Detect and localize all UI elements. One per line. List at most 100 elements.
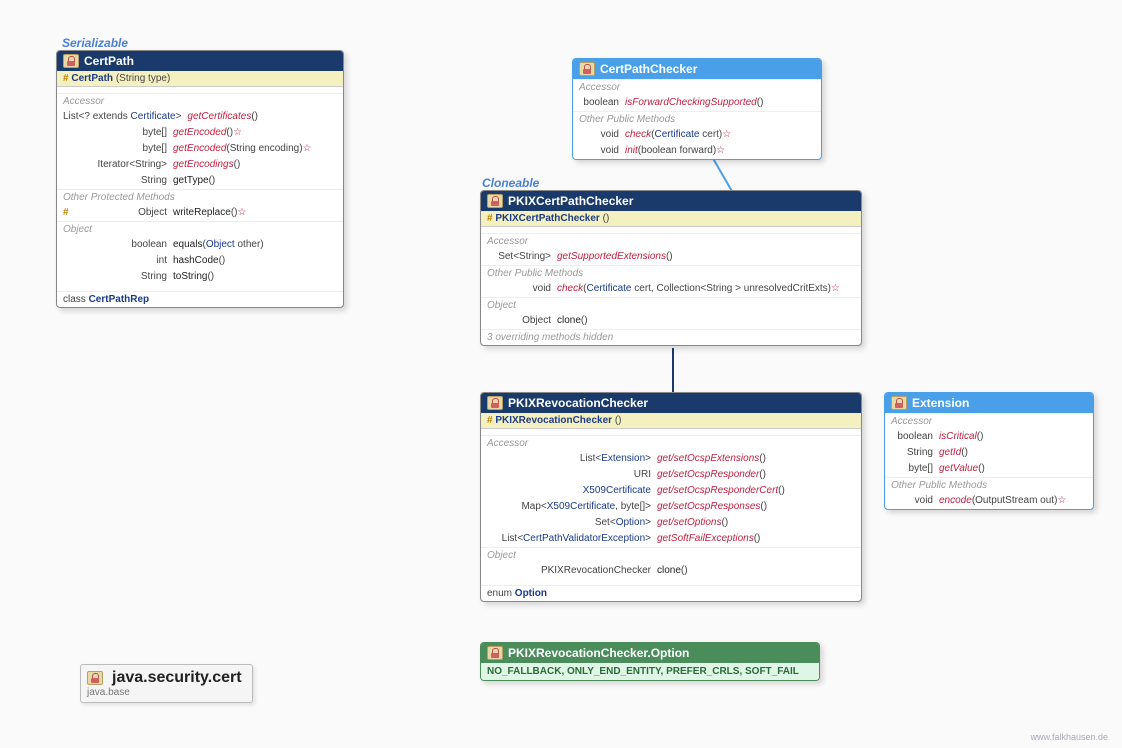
ret-type: String: [63, 174, 173, 188]
class-title: Extension: [912, 396, 969, 410]
ctor-params: (): [615, 415, 622, 426]
constructor-row: # CertPath (String type): [57, 71, 343, 87]
section-protected: Other Protected Methods: [57, 189, 343, 205]
method-row: Objectclone (): [481, 313, 861, 329]
class-header: PKIXRevocationChecker.Option: [481, 643, 819, 663]
enum-option: PKIXRevocationChecker.Option NO_FALLBACK…: [480, 642, 820, 681]
method-name[interactable]: getEncoded: [173, 126, 226, 140]
inner-class-row: class CertPathRep: [57, 291, 343, 307]
method-name[interactable]: getSoftFailExceptions: [657, 532, 754, 546]
method-name[interactable]: get/setOcspResponses: [657, 500, 760, 514]
visibility-hash: #: [487, 415, 493, 426]
cert-icon: [87, 671, 103, 685]
ctor-params: (): [603, 213, 610, 224]
section-other: Other Public Methods: [885, 477, 1093, 493]
method-row: #ObjectwriteReplace () ☆: [57, 205, 343, 221]
section-object: Object: [481, 297, 861, 313]
ret-type: List<CertPathValidatorException>: [487, 532, 657, 546]
class-header: PKIXCertPathChecker: [481, 191, 861, 211]
overriding-note: 3 overriding methods hidden: [481, 329, 861, 345]
ret-type: String: [891, 446, 939, 460]
ret-type: int: [63, 254, 173, 268]
ret-type: PKIXRevocationChecker: [487, 564, 657, 578]
method-name[interactable]: get/setOptions: [657, 516, 721, 530]
ret-type: Iterator<String>: [63, 158, 173, 172]
method-params: (): [209, 174, 216, 188]
class-title: CertPath: [84, 54, 134, 68]
ctor-name[interactable]: PKIXRevocationChecker: [495, 415, 612, 426]
tag-serializable: Serializable: [62, 36, 128, 50]
method-params: (): [754, 532, 761, 546]
method-name[interactable]: isForwardCheckingSupported: [625, 96, 757, 110]
ret-type: Object: [73, 206, 173, 220]
ret-type: List<Extension>: [487, 452, 657, 466]
method-name[interactable]: clone: [657, 564, 681, 578]
method-params: (): [977, 430, 984, 444]
method-params: (): [581, 314, 588, 328]
method-row: inthashCode (): [57, 253, 343, 269]
method-params: (): [251, 110, 258, 124]
throws-icon: ☆: [233, 126, 242, 140]
method-name[interactable]: clone: [557, 314, 581, 328]
method-name[interactable]: equals: [173, 238, 202, 252]
method-row: booleanisForwardCheckingSupported (): [573, 95, 821, 111]
ctor-name[interactable]: CertPath: [71, 73, 113, 84]
method-name[interactable]: getValue: [939, 462, 978, 476]
section-accessor: Accessor: [57, 93, 343, 109]
method-row: Set<String>getSupportedExtensions (): [481, 249, 861, 265]
method-name[interactable]: getCertificates: [187, 110, 251, 124]
ret-type: boolean: [63, 238, 173, 252]
method-row: StringgetId (): [885, 445, 1093, 461]
interface-extension: Extension Accessor booleanisCritical () …: [884, 392, 1094, 510]
tag-cloneable: Cloneable: [482, 176, 539, 190]
method-name[interactable]: encode: [939, 494, 972, 508]
throws-icon: ☆: [716, 144, 725, 158]
method-name[interactable]: check: [557, 282, 583, 296]
method-row: List<? extends Certificate>getCertificat…: [57, 109, 343, 125]
method-params: (Object other): [202, 238, 263, 252]
method-name[interactable]: init: [625, 144, 638, 158]
ret-type: boolean: [579, 96, 625, 110]
method-name[interactable]: getSupportedExtensions: [557, 250, 666, 264]
class-pkixrevocationchecker: PKIXRevocationChecker # PKIXRevocationCh…: [480, 392, 862, 602]
method-name[interactable]: getEncodings: [173, 158, 234, 172]
connector-pkix-rev: [672, 348, 674, 396]
interface-certpathchecker: CertPathChecker Accessor booleanisForwar…: [572, 58, 822, 160]
method-row: byte[]getEncoded () ☆: [57, 125, 343, 141]
method-row: byte[]getValue (): [885, 461, 1093, 477]
method-params: (): [219, 254, 226, 268]
method-name[interactable]: writeReplace: [173, 206, 231, 220]
ctor-name[interactable]: PKIXCertPathChecker: [495, 213, 599, 224]
method-params: (): [681, 564, 688, 578]
method-name[interactable]: getType: [173, 174, 209, 188]
method-row: voidinit (boolean forward) ☆: [573, 143, 821, 159]
method-row: PKIXRevocationCheckerclone (): [481, 563, 861, 579]
method-name[interactable]: check: [625, 128, 651, 142]
method-row: booleanisCritical (): [885, 429, 1093, 445]
method-row: Iterator<String>getEncodings (): [57, 157, 343, 173]
throws-icon: ☆: [237, 206, 246, 220]
method-row: URIget/setOcspResponder (): [481, 467, 861, 483]
visibility-hash: #: [63, 73, 69, 84]
method-name[interactable]: getEncoded: [173, 142, 226, 156]
throws-icon: ☆: [303, 142, 312, 156]
method-name[interactable]: get/setOcspExtensions: [657, 452, 759, 466]
method-name[interactable]: getId: [939, 446, 961, 460]
method-name[interactable]: hashCode: [173, 254, 219, 268]
section-accessor: Accessor: [573, 79, 821, 95]
class-header: CertPathChecker: [573, 59, 821, 79]
method-params: (): [760, 500, 767, 514]
method-row: voidencode (OutputStream out) ☆: [885, 493, 1093, 509]
ret-type: byte[]: [63, 126, 173, 140]
method-name[interactable]: get/setOcspResponder: [657, 468, 759, 482]
class-title: PKIXCertPathChecker: [508, 194, 633, 208]
method-row: StringtoString (): [57, 269, 343, 285]
constructor-row: # PKIXRevocationChecker (): [481, 413, 861, 429]
method-row: booleanequals (Object other): [57, 237, 343, 253]
method-params: (): [961, 446, 968, 460]
method-name[interactable]: get/setOcspResponderCert: [657, 484, 778, 498]
method-name[interactable]: toString: [173, 270, 207, 284]
class-title: CertPathChecker: [600, 62, 697, 76]
method-name[interactable]: isCritical: [939, 430, 977, 444]
throws-icon: ☆: [1057, 494, 1066, 508]
